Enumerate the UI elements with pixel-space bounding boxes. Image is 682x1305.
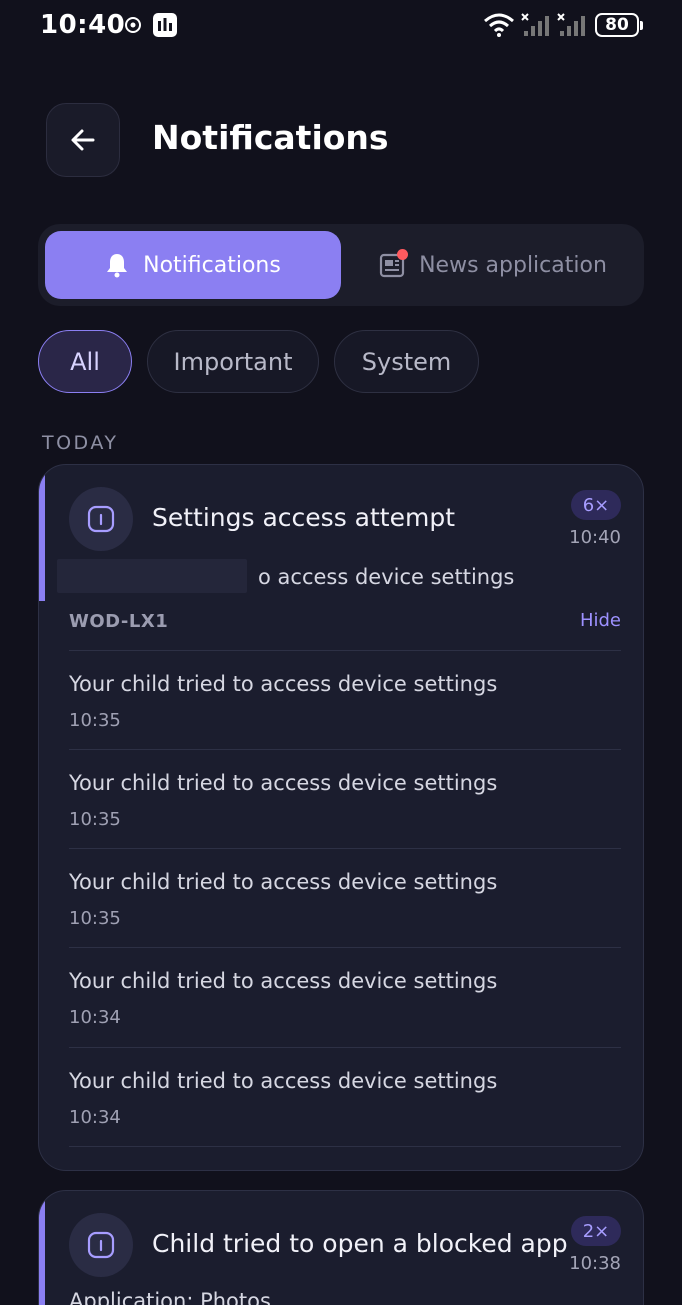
tab-notifications[interactable]: Notifications [45,231,341,299]
news-icon [379,249,409,278]
section-label-today: TODAY [42,432,119,454]
unread-dot [397,249,409,260]
bell-icon [107,254,128,278]
redacted-text [57,559,247,593]
back-button[interactable] [46,103,120,177]
filter-important[interactable]: Important [147,330,319,393]
tab-news-application[interactable]: News application [348,231,638,299]
list-item: Your child tried to access device settin… [69,650,621,749]
blocked-app-icon [69,1213,133,1277]
status-bar: 10:40 80 [0,0,682,52]
filter-all[interactable]: All [38,330,132,393]
list-item: Your child tried to access device settin… [69,947,621,1046]
list-item-time: 10:34 [69,1007,121,1028]
list-item-text: Your child tried to access device settin… [69,1069,498,1093]
card-time: 10:38 [569,1253,621,1274]
notification-source-tabs: Notifications News application [38,224,644,306]
battery-level: 80 [605,15,629,35]
page-title: Notifications [152,118,389,157]
list-item-time: 10:35 [69,809,121,830]
count-badge: 2× [571,1216,621,1246]
tab-news-label: News application [419,252,607,278]
card-title: Child tried to open a blocked app [152,1229,568,1258]
hide-button[interactable]: Hide [580,610,621,631]
list-item-text: Your child tried to access device settin… [69,870,498,894]
device-name: WOD-LX1 [69,611,169,632]
card-time: 10:40 [569,527,621,548]
arrow-left-icon [71,129,95,151]
signal-icon-2 [557,13,585,36]
card-message: o access device settings [258,565,515,589]
list-item: Your child tried to access device settin… [69,1047,621,1146]
app-status-icon [153,13,177,37]
card-accent-bar [39,465,45,601]
card-message: Application: Photos [69,1289,271,1305]
list-item: Your child tried to access device settin… [69,749,621,848]
list-item: Your child tried to access device settin… [69,848,621,947]
list-item-time: 10:35 [69,908,121,929]
battery-indicator: 80 [595,13,643,37]
card-accent-bar [39,1191,45,1305]
list-item-text: Your child tried to access device settin… [69,672,498,696]
status-time: 10:40 [40,10,126,40]
signal-icon-1 [521,13,549,36]
notification-card[interactable]: Child tried to open a blocked app 2× 10:… [38,1190,644,1305]
filter-system[interactable]: System [334,330,479,393]
list-item-text: Your child tried to access device settin… [69,969,498,993]
notification-card[interactable]: Settings access attempt 6× 10:40 o acces… [38,464,644,1171]
list-item-time: 10:35 [69,710,121,731]
tab-notifications-label: Notifications [143,252,281,278]
count-badge: 6× [571,490,621,520]
divider [69,1146,621,1147]
list-item-time: 10:34 [69,1107,121,1128]
device-settings-icon [69,487,133,551]
card-title: Settings access attempt [152,503,456,532]
wifi-icon [484,13,514,37]
list-item-text: Your child tried to access device settin… [69,771,498,795]
shield-status-icon [125,17,141,33]
